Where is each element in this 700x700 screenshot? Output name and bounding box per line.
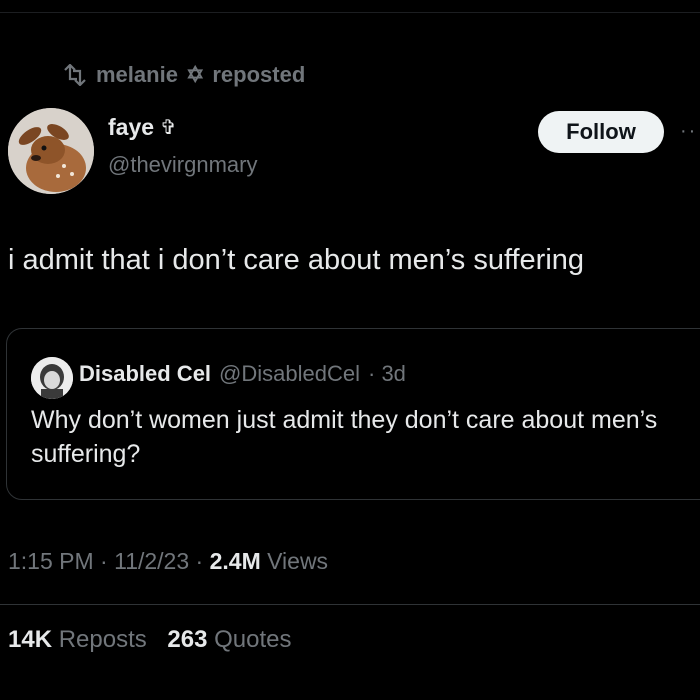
author-badge: ✞ (160, 117, 177, 139)
author-avatar[interactable] (8, 108, 94, 194)
quoted-author-handle[interactable]: @DisabledCel (219, 361, 360, 387)
quoted-author-avatar[interactable] (31, 357, 73, 399)
quoted-time[interactable]: · 3d (368, 361, 406, 387)
reposts-count: 14K (8, 626, 53, 653)
repost-context[interactable]: melanie ✡ reposted (62, 60, 305, 90)
repost-icon (62, 64, 88, 86)
quoted-text: Why don’t women just admit they don’t ca… (31, 406, 658, 468)
follow-button[interactable]: Follow (538, 111, 664, 153)
stats-divider (0, 604, 700, 605)
quotes-stat[interactable]: 263 Quotes (167, 626, 291, 653)
reposts-label: Reposts (58, 626, 147, 653)
views-count: 2.4M (209, 548, 261, 574)
meta-separator: · (100, 548, 108, 574)
author-name[interactable]: faye (108, 114, 154, 141)
tweet-time[interactable]: 1:15 PM (8, 548, 94, 574)
repost-user-symbol: ✡ (185, 62, 205, 87)
quotes-label: Quotes (214, 626, 292, 653)
repost-user[interactable]: melanie (96, 62, 178, 88)
tweet-meta: 1:15 PM · 11/2/23 · 2.4M Views (8, 548, 328, 575)
tweet-text: i admit that i don’t care about men’s su… (8, 244, 585, 276)
quoted-header: Disabled Cel @DisabledCel · 3d (79, 361, 406, 387)
top-divider (0, 12, 700, 13)
engagement-stats: 14K Reposts 263 Quotes (8, 626, 292, 654)
meta-separator: · (195, 548, 204, 574)
more-options-icon[interactable]: ·· (680, 120, 697, 143)
views-label: Views (267, 548, 329, 574)
author-name-row[interactable]: faye ✞ (108, 114, 177, 141)
fawn-avatar (8, 108, 94, 194)
repost-label: reposted (212, 62, 306, 87)
quoted-tweet[interactable]: Disabled Cel @DisabledCel · 3d Why don’t… (6, 328, 700, 500)
profile-avatar (31, 357, 73, 399)
reposts-stat[interactable]: 14K Reposts (8, 626, 147, 653)
quoted-author-name[interactable]: Disabled Cel (79, 361, 211, 387)
author-handle[interactable]: @thevirgnmary (108, 152, 258, 178)
tweet-date[interactable]: 11/2/23 (114, 548, 189, 574)
quotes-count: 263 (167, 626, 208, 653)
